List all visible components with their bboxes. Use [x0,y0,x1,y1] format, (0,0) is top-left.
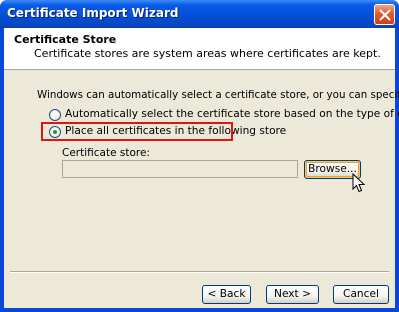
wizard-window: Certificate Import Wizard Certificate St… [0,0,399,312]
radio-button-auto[interactable] [49,109,61,121]
certificate-store-field[interactable] [62,160,298,178]
cancel-button[interactable]: Cancel [333,285,389,304]
title-bar[interactable]: Certificate Import Wizard [0,0,399,28]
close-icon [379,9,391,21]
close-button[interactable] [374,4,395,25]
next-button[interactable]: Next > [266,285,319,304]
back-button[interactable]: < Back [202,285,251,304]
certificate-store-label: Certificate store: [62,147,150,159]
header-title: Certificate Store [14,33,117,46]
intro-text: Windows can automatically select a certi… [37,89,399,101]
mouse-cursor-icon [352,173,366,193]
footer-separator [10,271,389,273]
dialog-content: Certificate Store Certificate stores are… [4,28,399,308]
wizard-header: Certificate Store Certificate stores are… [4,28,395,70]
window-title: Certificate Import Wizard [7,6,179,20]
radio-option-auto[interactable]: Automatically select the certificate sto… [49,108,399,123]
radio-label-auto: Automatically select the certificate sto… [65,108,399,120]
header-subtitle: Certificate stores are system areas wher… [34,47,381,60]
annotation-highlight-box [41,122,233,141]
